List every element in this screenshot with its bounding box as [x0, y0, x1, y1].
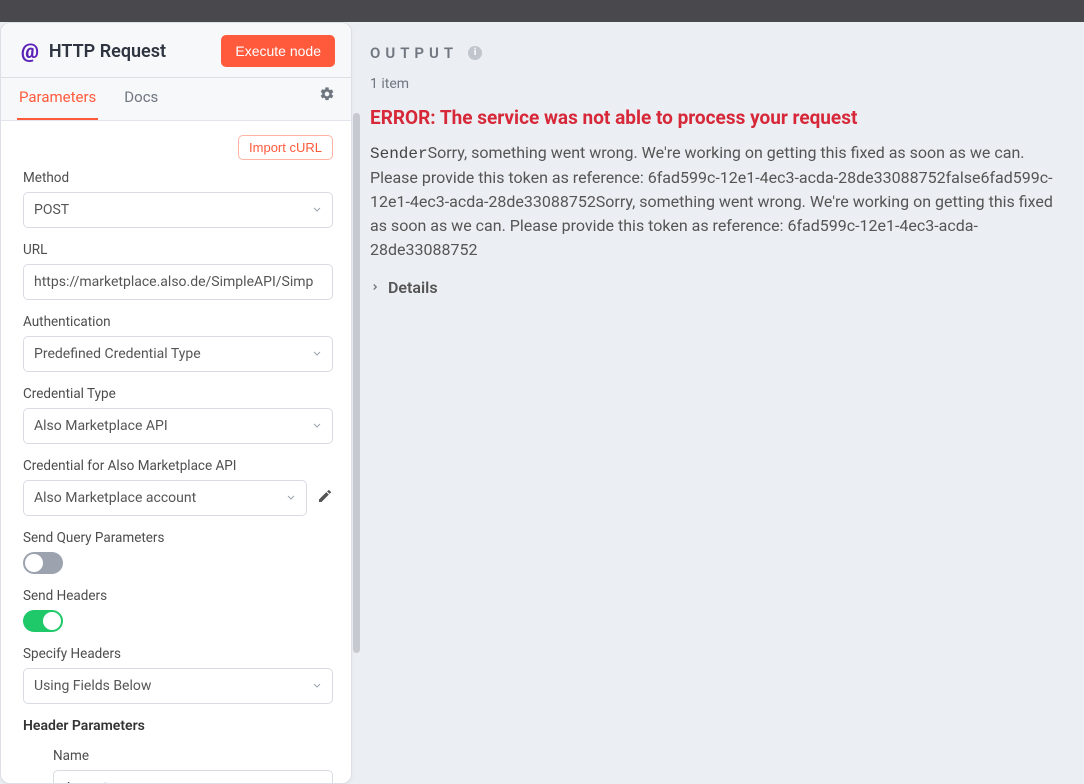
authentication-select[interactable]: Predefined Credential Type: [23, 336, 333, 372]
header-name-label: Name: [53, 748, 333, 764]
panel-title: HTTP Request: [49, 41, 166, 62]
tab-parameters[interactable]: Parameters: [17, 78, 98, 120]
scrollbar[interactable]: [353, 113, 360, 653]
error-body: SenderSorry, something went wrong. We're…: [370, 141, 1066, 262]
credential-for-select[interactable]: Also Marketplace account: [23, 480, 307, 516]
specify-headers-select[interactable]: Using Fields Below: [23, 668, 333, 704]
url-label: URL: [23, 242, 333, 258]
details-label: Details: [388, 278, 438, 297]
send-query-toggle[interactable]: [23, 552, 63, 574]
info-icon[interactable]: i: [468, 46, 482, 60]
error-text: Sorry, something went wrong. We're worki…: [370, 143, 1053, 259]
header-parameters-label: Header Parameters: [23, 718, 333, 734]
send-headers-toggle[interactable]: [23, 610, 63, 632]
http-node-icon: @: [21, 39, 39, 63]
item-count: 1 item: [370, 76, 1066, 92]
parameters-scroll[interactable]: Import cURL Method POST URL https://mark…: [1, 121, 351, 783]
header-name-input[interactable]: Accept: [53, 770, 333, 783]
tabs-row: Parameters Docs: [1, 78, 351, 121]
top-strip: [0, 0, 1084, 22]
authentication-label: Authentication: [23, 314, 333, 330]
send-headers-label: Send Headers: [23, 588, 333, 604]
panel-header: @ HTTP Request Execute node: [1, 23, 351, 78]
error-title: ERROR: The service was not able to proce…: [370, 106, 1066, 129]
method-label: Method: [23, 170, 333, 186]
import-curl-button[interactable]: Import cURL: [238, 135, 333, 160]
chevron-right-icon: [370, 281, 380, 295]
details-toggle[interactable]: Details: [370, 278, 1066, 297]
gear-icon[interactable]: [319, 86, 335, 112]
output-panel: OUTPUT i 1 item ERROR: The service was n…: [352, 22, 1084, 784]
sender-code: Sender: [370, 145, 428, 163]
url-input[interactable]: https://marketplace.also.de/SimpleAPI/Si…: [23, 264, 333, 300]
tab-docs[interactable]: Docs: [122, 78, 160, 120]
output-label: OUTPUT: [370, 44, 458, 62]
specify-headers-label: Specify Headers: [23, 646, 333, 662]
method-select[interactable]: POST: [23, 192, 333, 228]
edit-credential-icon[interactable]: [317, 488, 333, 508]
execute-node-button[interactable]: Execute node: [221, 35, 335, 67]
send-query-label: Send Query Parameters: [23, 530, 333, 546]
credential-type-select[interactable]: Also Marketplace API: [23, 408, 333, 444]
credential-type-label: Credential Type: [23, 386, 333, 402]
credential-for-label: Credential for Also Marketplace API: [23, 458, 333, 474]
node-config-panel: @ HTTP Request Execute node Parameters D…: [0, 22, 352, 784]
